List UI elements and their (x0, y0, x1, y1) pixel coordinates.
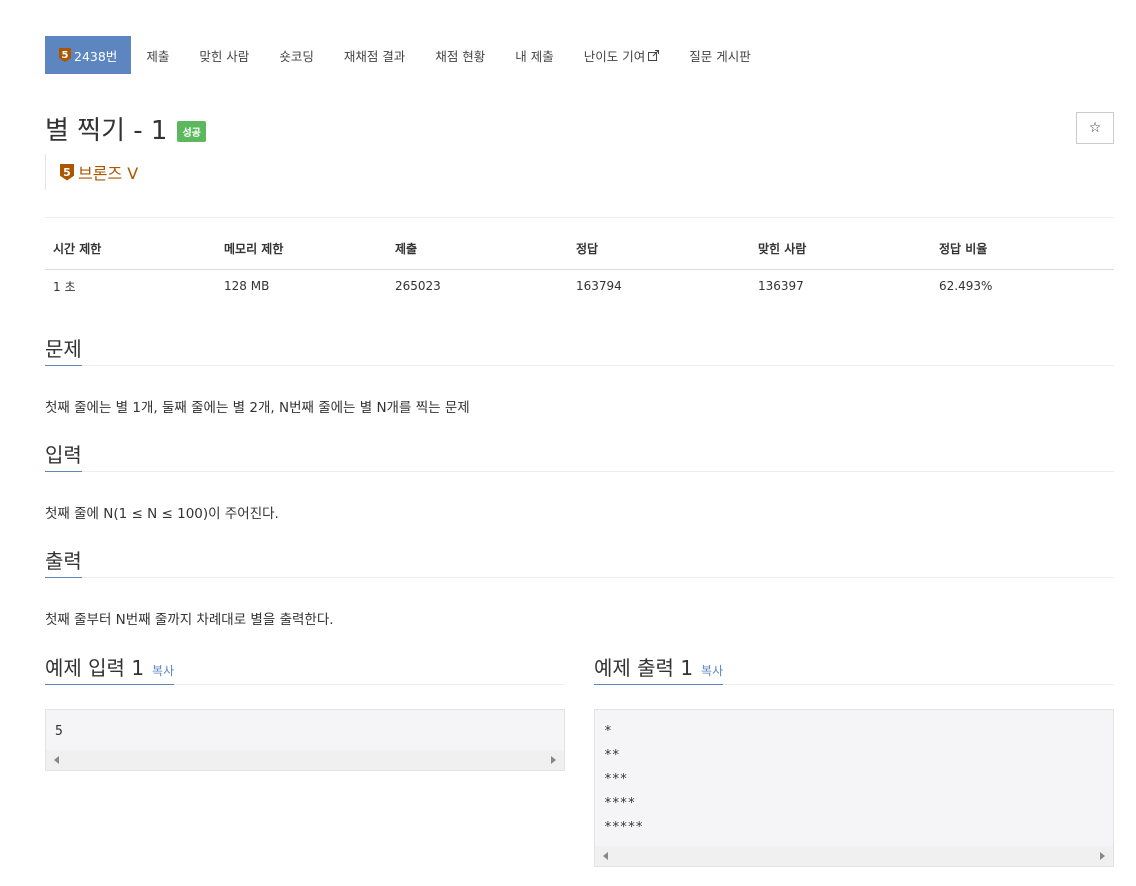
output-description-text: 첫째 줄부터 N번째 줄까지 차례대로 별을 출력한다. (45, 612, 334, 628)
favorite-star-button[interactable]: ☆ (1076, 112, 1114, 144)
problem-tier: 5 브론즈 V (45, 154, 138, 190)
solvers-value: 136397 (758, 279, 804, 294)
tab-short-coding[interactable]: 숏코딩 (264, 36, 329, 74)
section-header: 출력 (45, 548, 1114, 578)
copy-sample-input-button[interactable]: 복사 (152, 664, 174, 678)
header-accepted: 정답 (568, 236, 750, 270)
section-title-problem: 문제 (45, 336, 82, 366)
tab-problem-label: 2438번 (74, 48, 118, 64)
memory-limit-value: 128 MB (224, 279, 270, 294)
section-header: 입력 (45, 442, 1114, 472)
problem-description-section: 문제 첫째 줄에는 별 1개, 둘째 줄에는 별 2개, N번째 줄에는 별 N… (45, 336, 1114, 416)
bronze-tier-icon: 5 (59, 48, 71, 62)
tab-difficulty[interactable]: 난이도 기여 (569, 36, 674, 74)
accepted-value: 163794 (576, 279, 622, 294)
section-header: 예제 입력 1 복사 (45, 655, 565, 685)
time-limit-value: 1 초 (53, 279, 76, 294)
horizontal-scrollbar[interactable] (595, 846, 1113, 866)
status-badge: 성공 (177, 121, 206, 142)
section-title-input: 입력 (45, 442, 82, 472)
scroll-right-arrow-icon[interactable] (1100, 852, 1105, 860)
sample-output-section: 예제 출력 1 복사 (594, 655, 1114, 685)
tab-solvers[interactable]: 맞힌 사람 (184, 36, 264, 74)
header-accept-ratio: 정답 비율 (931, 236, 1114, 270)
sample-input-box: 5 (45, 709, 565, 771)
divider (45, 217, 1114, 218)
sample-output-box: * ** *** **** ***** (594, 709, 1114, 867)
sample-output-title: 예제 출력 1 (594, 656, 694, 680)
problem-title: 별 찍기 - 1 (45, 116, 168, 146)
tab-question-board[interactable]: 질문 게시판 (674, 36, 765, 74)
tier-name: 브론즈 V (78, 164, 139, 183)
external-link-icon (648, 49, 660, 61)
header-memory-limit: 메모리 제한 (216, 236, 387, 270)
sample-input-text: 5 (55, 724, 63, 739)
table-row: 1 초 128 MB 265023 163794 136397 62.493% (45, 269, 1114, 303)
problem-description-text: 첫째 줄에는 별 1개, 둘째 줄에는 별 2개, N번째 줄에는 별 N개를 … (45, 400, 470, 416)
section-header: 문제 (45, 336, 1114, 366)
problem-info-table: 시간 제한 메모리 제한 제출 정답 맞힌 사람 정답 비율 1 초 128 M… (45, 236, 1114, 303)
input-description-text: 첫째 줄에 N(1 ≤ N ≤ 100)이 주어진다. (45, 506, 279, 522)
submissions-value: 265023 (395, 279, 441, 294)
header-time-limit: 시간 제한 (45, 236, 216, 270)
tab-my-submissions[interactable]: 내 제출 (500, 36, 568, 74)
tab-judge-status[interactable]: 채점 현황 (420, 36, 500, 74)
input-section: 입력 첫째 줄에 N(1 ≤ N ≤ 100)이 주어진다. (45, 442, 1114, 522)
accept-ratio-value: 62.493% (939, 279, 993, 294)
section-title-sample-input: 예제 입력 1 복사 (45, 655, 175, 685)
scroll-left-arrow-icon[interactable] (603, 852, 608, 860)
sample-input-title: 예제 입력 1 (45, 656, 145, 680)
sample-input-section: 예제 입력 1 복사 (45, 655, 565, 685)
tab-difficulty-label: 난이도 기여 (583, 48, 646, 64)
header-solvers: 맞힌 사람 (750, 236, 931, 270)
scroll-right-arrow-icon[interactable] (551, 756, 556, 764)
table-header-row: 시간 제한 메모리 제한 제출 정답 맞힌 사람 정답 비율 (45, 236, 1114, 270)
tab-submit[interactable]: 제출 (131, 36, 184, 74)
star-icon: ☆ (1088, 120, 1102, 136)
section-title-output: 출력 (45, 548, 82, 578)
tab-problem[interactable]: 5 2438번 (45, 36, 132, 74)
scroll-left-arrow-icon[interactable] (54, 756, 59, 764)
bronze-tier-icon: 5 (60, 163, 74, 181)
header-submissions: 제출 (387, 236, 568, 270)
horizontal-scrollbar[interactable] (46, 750, 564, 770)
output-section: 출력 첫째 줄부터 N번째 줄까지 차례대로 별을 출력한다. (45, 548, 1114, 628)
section-header: 예제 출력 1 복사 (594, 655, 1114, 685)
problem-header: 별 찍기 - 1 성공 (45, 110, 206, 147)
problem-tabs: 5 2438번 제출 맞힌 사람 숏코딩 재채점 결과 채점 현황 내 제출 난… (45, 36, 766, 74)
tab-rejudge[interactable]: 재채점 결과 (329, 36, 420, 74)
section-title-sample-output: 예제 출력 1 복사 (594, 655, 724, 685)
problem-page: 5 2438번 제출 맞힌 사람 숏코딩 재채점 결과 채점 현황 내 제출 난… (0, 0, 1136, 886)
copy-sample-output-button[interactable]: 복사 (701, 664, 723, 678)
sample-output-text: * ** *** **** ***** (604, 724, 644, 835)
